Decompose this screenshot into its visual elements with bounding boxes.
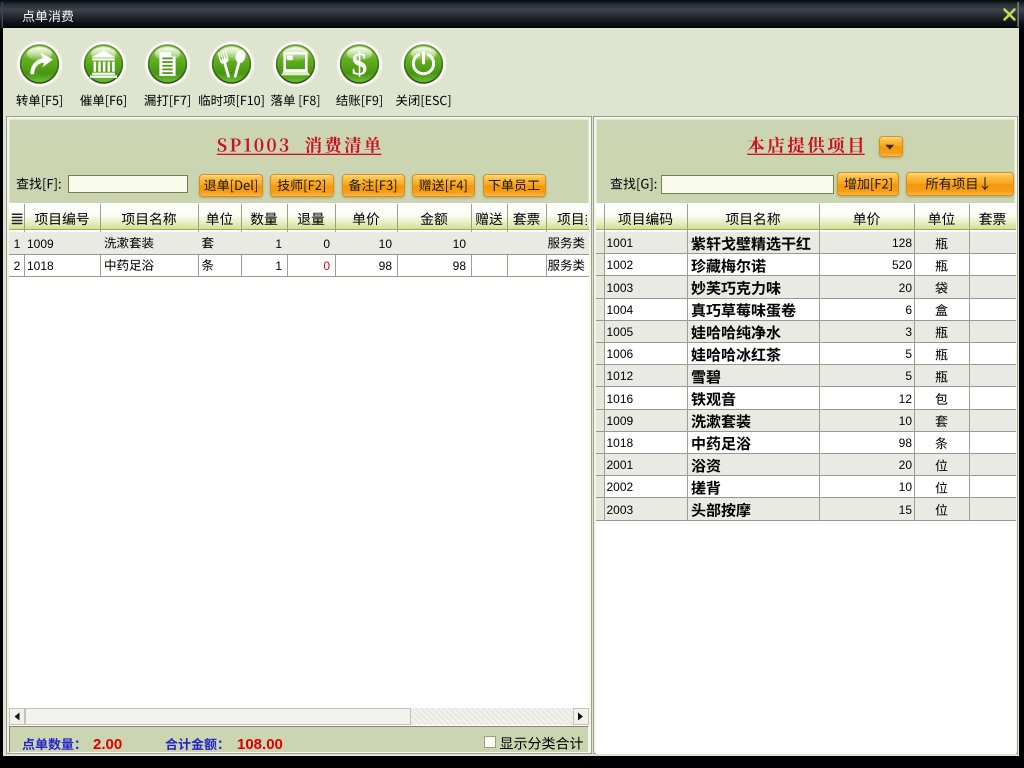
svg-text:$: $ <box>352 46 368 81</box>
